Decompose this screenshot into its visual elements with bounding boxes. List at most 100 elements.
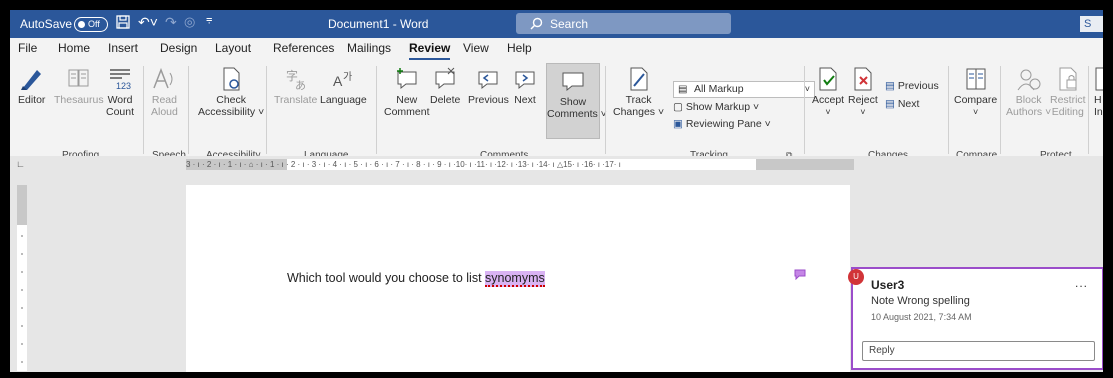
divider — [266, 66, 267, 154]
new-comment-label-1: New — [396, 94, 418, 106]
tab-home[interactable]: Home — [58, 41, 90, 55]
block-authors-icon — [1017, 69, 1041, 91]
new-comment-button[interactable]: New Comment — [384, 66, 430, 118]
check-accessibility-label-1: Check — [216, 94, 246, 106]
block-authors-label-2: Authors ˅ — [1006, 106, 1052, 118]
comment-card[interactable]: User3 ... Note Wrong spelling 10 August … — [851, 267, 1103, 370]
comment-marker-icon[interactable] — [794, 269, 806, 280]
track-changes-label-1: Track — [625, 94, 652, 106]
comment-timestamp: 10 August 2021, 7:34 AM — [871, 312, 972, 322]
horizontal-ruler-bar: ∟ 3 · ı · 2 · ı · 1 · ı · ⌂ · ı · 1 · ı … — [10, 156, 1103, 171]
next-change-button[interactable]: ▤ Next — [885, 98, 919, 110]
previous-comment-icon — [478, 71, 498, 90]
document-title: Document1 - Word — [328, 17, 429, 31]
markup-icon: ▤ — [678, 84, 688, 95]
editor-button[interactable]: Editor — [18, 66, 45, 106]
language-icon: A가 — [333, 71, 352, 89]
read-aloud-button[interactable]: Read Aloud — [151, 66, 178, 118]
compare-label: Compare — [954, 94, 998, 106]
language-button[interactable]: A가 Language — [320, 66, 367, 106]
previous-change-icon: ▤ — [885, 80, 895, 92]
reject-button[interactable]: Reject ˅ — [848, 66, 878, 118]
reject-label: Reject — [848, 94, 878, 106]
word-window: AutoSave Off ↶˅ ↷ ◎ ⩦ Document1 - Word S… — [10, 10, 1103, 372]
delete-comment-button[interactable]: Delete — [430, 66, 460, 106]
reply-input[interactable]: Reply — [862, 341, 1095, 361]
divider — [1088, 66, 1089, 154]
tab-file[interactable]: File — [18, 41, 37, 55]
translate-button[interactable]: 字あ Translate — [274, 66, 317, 106]
tab-insert[interactable]: Insert — [108, 41, 138, 55]
avatar: U — [848, 269, 864, 285]
next-comment-button[interactable]: Next — [512, 66, 538, 106]
reviewing-pane-button[interactable]: ▣ Reviewing Pane ˅ — [673, 118, 771, 130]
compare-button[interactable]: Compare ˅ — [954, 66, 997, 118]
autosave-label: AutoSave — [20, 17, 73, 31]
new-comment-label-2: Comment — [384, 106, 430, 118]
show-markup-icon: ▢ — [673, 101, 683, 113]
thesaurus-book-icon — [68, 69, 89, 87]
document-page[interactable]: Which tool would you choose to list syno… — [186, 185, 850, 372]
overflow-label-2: In — [1094, 106, 1103, 118]
chevron-down-icon: ˅ — [825, 107, 831, 117]
read-aloud-icon — [153, 67, 173, 89]
redo-icon[interactable]: ↷ — [165, 14, 177, 31]
overflow-button[interactable]: H In — [1094, 66, 1103, 118]
horizontal-ruler[interactable]: 3 · ı · 2 · ı · 1 · ı · ⌂ · ı · 1 · ı · … — [186, 159, 854, 170]
svg-text:A: A — [333, 73, 343, 89]
track-changes-button[interactable]: Track Changes ˅ — [613, 66, 664, 118]
title-bar: AutoSave Off ↶˅ ↷ ◎ ⩦ Document1 - Word S… — [10, 10, 1103, 38]
markup-select-value: All Markup — [694, 83, 744, 95]
save-icon[interactable] — [116, 15, 130, 32]
tab-view[interactable]: View — [463, 41, 489, 55]
tab-mailings[interactable]: Mailings — [347, 41, 391, 55]
markup-select[interactable]: ▤ All Markup ˅ — [673, 81, 815, 98]
previous-change-button[interactable]: ▤ Previous — [885, 80, 939, 92]
more-options-icon[interactable]: ... — [1075, 276, 1088, 290]
divider — [804, 66, 805, 154]
restrict-editing-label-2: Editing — [1051, 106, 1084, 118]
previous-comment-button[interactable]: Previous — [468, 66, 509, 106]
show-comments-label-2: Comments ˅ — [547, 108, 607, 120]
vertical-ruler[interactable] — [17, 185, 27, 371]
search-placeholder: Search — [550, 17, 589, 31]
tab-review[interactable]: Review — [409, 41, 451, 60]
touch-mode-icon[interactable]: ◎ — [184, 14, 195, 30]
block-authors-label-1: Block — [1015, 94, 1042, 106]
tab-references[interactable]: References — [273, 41, 334, 55]
autosave-toggle[interactable]: Off — [74, 17, 108, 32]
accept-button[interactable]: Accept ˅ — [812, 66, 844, 118]
tab-stop-selector-icon[interactable]: ∟ — [16, 159, 25, 169]
undo-icon[interactable]: ↶˅ — [138, 14, 158, 31]
ruler-right-margin — [756, 159, 854, 170]
check-accessibility-button[interactable]: Check Accessibility ˅ — [198, 66, 264, 118]
tab-design[interactable]: Design — [160, 41, 197, 55]
search-box[interactable]: Search — [516, 13, 731, 34]
tab-layout[interactable]: Layout — [215, 41, 251, 55]
thesaurus-button[interactable]: Thesaurus — [54, 66, 104, 106]
editor-label: Editor — [18, 94, 46, 106]
restrict-editing-button[interactable]: Restrict Editing — [1050, 66, 1086, 118]
commented-word[interactable]: synomyms — [485, 271, 545, 287]
share-button[interactable]: S — [1080, 16, 1103, 32]
editor-pen-icon — [20, 70, 41, 90]
svg-text:123: 123 — [116, 81, 131, 91]
new-comment-icon — [396, 68, 417, 90]
show-markup-label: Show Markup ˅ — [685, 101, 760, 113]
tab-help[interactable]: Help — [507, 41, 532, 55]
customize-toolbar-icon[interactable]: ⩦ — [206, 13, 212, 26]
compare-icon — [966, 68, 986, 90]
next-comment-icon — [515, 71, 535, 90]
restrict-editing-label-1: Restrict — [1050, 94, 1086, 106]
track-changes-label-2: Changes ˅ — [613, 106, 665, 118]
divider — [376, 66, 377, 154]
svg-text:가: 가 — [343, 71, 352, 83]
show-markup-button[interactable]: ▢ Show Markup ˅ — [673, 101, 759, 113]
comment-text: Note Wrong spelling — [871, 295, 970, 307]
show-comments-button[interactable]: Show Comments ˅ — [546, 63, 607, 139]
word-count-button[interactable]: 123 Word Count — [106, 66, 134, 118]
svg-text:あ: あ — [295, 79, 306, 92]
block-authors-button[interactable]: Block Authors ˅ — [1006, 66, 1051, 118]
toggle-knob-icon — [78, 21, 85, 28]
document-text[interactable]: Which tool would you choose to list syno… — [287, 271, 545, 287]
